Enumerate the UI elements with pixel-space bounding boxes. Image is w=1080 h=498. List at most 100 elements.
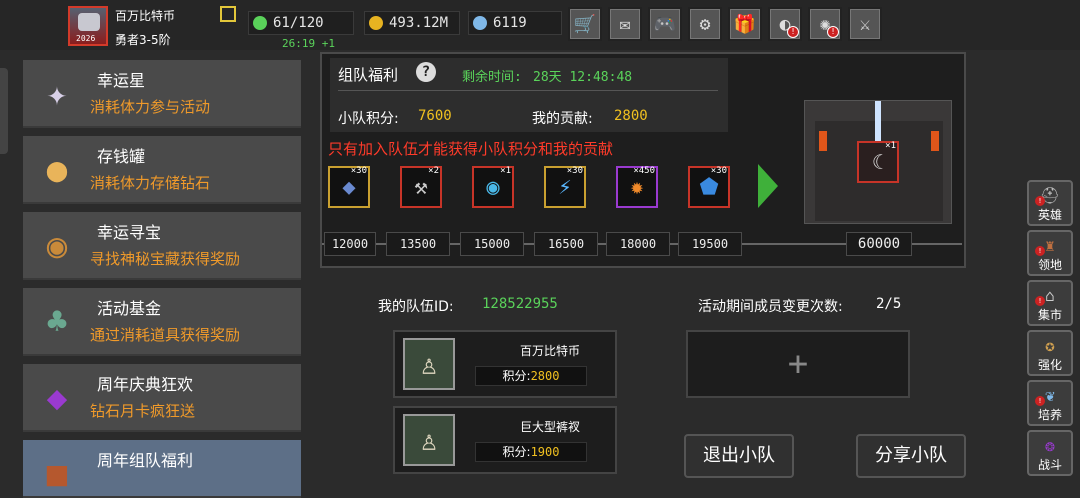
gamepad-button[interactable]: 🎮: [648, 7, 682, 41]
forge-icon: ✪: [1045, 335, 1055, 355]
menu-item-treasure-hunt[interactable]: ◉ 幸运寻宝 寻找神秘宝藏获得奖励: [23, 212, 301, 280]
team-member-card[interactable]: ♙ 百万比特币 积分:2800: [393, 330, 617, 398]
torch-icon: [819, 131, 827, 151]
shield-icon: ⬟: [699, 174, 719, 200]
player-rank: 勇者3-5阶: [115, 33, 171, 47]
edit-icon[interactable]: [220, 6, 236, 22]
menu-item-title: 存钱罐: [97, 147, 146, 166]
battle-icon: ⚔: [859, 13, 871, 35]
menu-item-title: 幸运寻宝: [97, 223, 162, 242]
leave-team-button[interactable]: 退出小队: [684, 434, 794, 478]
milestone: 15000: [460, 232, 524, 256]
team-member-card[interactable]: ♙ 巨大型裤衩 积分:1900: [393, 406, 617, 474]
team-score-label: 小队积分:: [338, 111, 399, 127]
gold-coin-icon: [369, 16, 383, 30]
sidenav-market[interactable]: ⌂ ! 集市: [1027, 280, 1073, 326]
top-bar: 2026 百万比特币 勇者3-5阶 61/120 26:19 +1 493.12…: [0, 0, 1080, 50]
alert-dot-icon: !: [1035, 246, 1045, 256]
member-score-value: 2800: [530, 369, 560, 383]
menu-item-desc: 消耗体力存储钻石: [90, 174, 211, 192]
chest-icon: ■: [46, 454, 68, 494]
menu-item-title: 周年组队福利: [97, 451, 194, 470]
crystal-icon: ✹: [630, 174, 644, 200]
menu-item-title: 幸运星: [97, 71, 146, 90]
sidenav-label: 战斗: [1037, 458, 1062, 472]
reward-slot[interactable]: ◆ ×30: [328, 166, 370, 208]
remain-time: 28天 12:48:48: [533, 70, 633, 85]
mail-button[interactable]: ✉: [608, 7, 642, 41]
alert-dot-icon: !: [1035, 296, 1045, 306]
next-arrow-icon[interactable]: [758, 164, 778, 208]
member-score-label: 积分:: [502, 445, 531, 459]
event-panel: 组队福利 ? 剩余时间: 28天 12:48:48 小队积分: 7600 我的贡…: [320, 52, 966, 268]
my-contribution-value: 2800: [614, 108, 648, 124]
menu-item-title: 周年庆典狂欢: [97, 375, 194, 394]
menu-item-title: 活动基金: [97, 299, 162, 318]
reward-count: ×30: [566, 166, 583, 176]
stamina-counter[interactable]: 61/120: [248, 11, 354, 35]
settings-button[interactable]: ⚙: [688, 7, 722, 41]
gift-button[interactable]: 🎁: [728, 7, 762, 41]
reward-slot[interactable]: ⚡ ×30: [544, 166, 586, 208]
reward-slot[interactable]: ⬟ ×30: [688, 166, 730, 208]
reward-slot[interactable]: ✹ ×450: [616, 166, 658, 208]
add-member-slot[interactable]: +: [686, 330, 910, 398]
player-name: 百万比特币: [115, 9, 176, 23]
piggy-bank-icon: ●: [46, 150, 68, 190]
alert-dot-icon: !: [787, 26, 799, 38]
share-team-button[interactable]: 分享小队: [856, 434, 966, 478]
member-changes-label: 活动期间成员变更次数:: [698, 299, 843, 315]
sidenav-enhance[interactable]: ✪ 强化: [1027, 330, 1073, 376]
menu-item-team-welfare[interactable]: ■ 周年组队福利: [23, 440, 301, 498]
sidenav-label: 领地: [1037, 258, 1062, 272]
milestone: 18000: [606, 232, 670, 256]
reward-count: ×450: [633, 166, 655, 176]
lightning-icon: ⚡: [558, 174, 572, 200]
wheel-button[interactable]: ◐!: [768, 7, 802, 41]
final-reward-preview[interactable]: ☾ ×1: [804, 100, 952, 224]
reward-slot[interactable]: ⚒ ×2: [400, 166, 442, 208]
mail-icon: ✉: [619, 13, 631, 35]
gold-counter[interactable]: 493.12M: [364, 11, 460, 35]
menu-item-fund[interactable]: ♣ 活动基金 通过消耗道具获得奖励: [23, 288, 301, 356]
sidenav-battle[interactable]: ❂ 战斗: [1027, 430, 1073, 476]
final-reward-slot[interactable]: ☾ ×1: [857, 141, 899, 183]
vortex-icon: ❂: [1045, 435, 1055, 455]
player-avatar[interactable]: 2026: [68, 6, 108, 46]
side-drawer-handle[interactable]: [0, 68, 8, 154]
sidenav-label: 集市: [1037, 308, 1062, 322]
gift-icon: 🎁: [733, 13, 757, 35]
sidenav-hero[interactable]: ⛑ ! 英雄: [1027, 180, 1073, 226]
gem-counter[interactable]: 6119: [468, 11, 562, 35]
firework-button[interactable]: ✺!: [808, 7, 842, 41]
reward-slot[interactable]: ◉ ×1: [472, 166, 514, 208]
plus-icon: +: [787, 344, 809, 384]
member-score: 积分:1900: [475, 442, 587, 462]
gold-value: 493.12M: [389, 15, 449, 31]
menu-item-piggy-bank[interactable]: ● 存钱罐 消耗体力存储钻石: [23, 136, 301, 204]
reward-count: ×30: [710, 166, 727, 176]
stamina-value: 61/120: [273, 15, 324, 31]
sidenav-label: 强化: [1037, 358, 1062, 372]
menu-item-anniversary[interactable]: ◆ 周年庆典狂欢 钻石月卡疯狂送: [23, 364, 301, 432]
battle-button[interactable]: ⚔: [848, 7, 882, 41]
stamina-icon: [253, 16, 267, 30]
help-icon[interactable]: ?: [416, 62, 436, 82]
team-score-value: 7600: [418, 108, 452, 124]
team-id-value: 128522955: [482, 296, 558, 312]
member-name: 百万比特币: [519, 344, 580, 358]
reward-count: ×1: [885, 141, 896, 151]
milestone: 16500: [534, 232, 598, 256]
shop-button[interactable]: 🛒: [568, 7, 602, 41]
member-score-value: 1900: [530, 445, 560, 459]
sidenav-train[interactable]: ❦ ! 培养: [1027, 380, 1073, 426]
gem-icon: [473, 16, 487, 30]
menu-item-lucky-star[interactable]: ✦ 幸运星 消耗体力参与活动: [23, 60, 301, 128]
member-avatar: ♙: [403, 414, 455, 466]
menu-item-desc: 钻石月卡疯狂送: [90, 402, 196, 420]
member-changes-value: 2/5: [876, 296, 902, 312]
star-icon: ✦: [46, 74, 68, 114]
portal-icon: ☾: [871, 150, 885, 174]
sidenav-territory[interactable]: ♜ ! 领地: [1027, 230, 1073, 276]
elf-icon: ♙: [420, 423, 438, 457]
